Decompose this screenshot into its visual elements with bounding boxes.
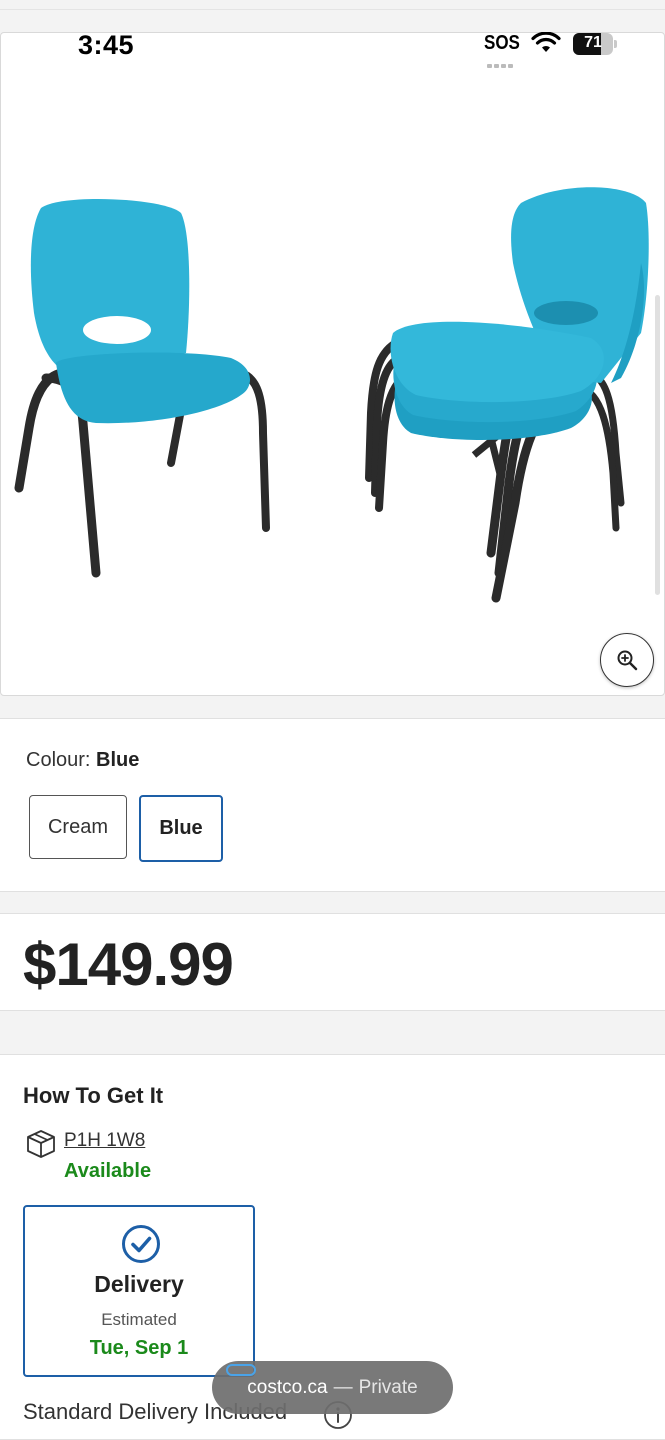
colour-option-blue[interactable]: Blue — [139, 795, 223, 862]
product-price: $149.99 — [23, 931, 234, 998]
status-bar: 3:45 SOS 71 — [0, 28, 665, 68]
scrollbar[interactable] — [655, 295, 660, 595]
product-image — [14, 187, 649, 603]
availability-status: Available — [64, 1160, 152, 1182]
zoom-in-icon — [617, 650, 638, 671]
check-circle-icon — [122, 1225, 160, 1263]
sos-indicator: SOS — [484, 32, 520, 54]
delivery-title: Delivery — [94, 1271, 184, 1297]
postal-code-link[interactable]: P1H 1W8 — [64, 1130, 145, 1152]
delivery-date: Tue, Sep 1 — [89, 1337, 189, 1359]
colour-label: Colour: Blue — [26, 749, 139, 772]
tab-indicator-icon — [226, 1364, 256, 1376]
browser-separator: — — [333, 1376, 353, 1398]
signal-dots-icon — [487, 55, 519, 68]
browser-private-label: Private — [358, 1376, 418, 1398]
battery-icon: 71 — [573, 33, 617, 55]
colour-label-prefix: Colour: — [26, 749, 91, 771]
product-image-gallery[interactable] — [0, 32, 665, 696]
browser-domain: costco.ca — [247, 1376, 328, 1398]
status-time: 3:45 — [78, 30, 135, 60]
colour-selected-value: Blue — [96, 749, 140, 771]
colour-option-cream[interactable]: Cream — [29, 795, 127, 859]
delivery-option-card[interactable]: Delivery Estimated Tue, Sep 1 — [23, 1205, 255, 1377]
price-section: $149.99 — [0, 913, 665, 1011]
how-to-get-it-title: How To Get It — [23, 1083, 164, 1108]
top-strip — [0, 0, 665, 10]
delivery-estimated-label: Estimated — [101, 1310, 177, 1329]
wifi-icon — [531, 32, 561, 52]
package-icon — [27, 1130, 55, 1158]
zoom-button[interactable] — [600, 633, 654, 687]
battery-level: 71 — [584, 34, 602, 51]
colour-selector: Colour: Blue Cream Blue — [0, 718, 665, 892]
